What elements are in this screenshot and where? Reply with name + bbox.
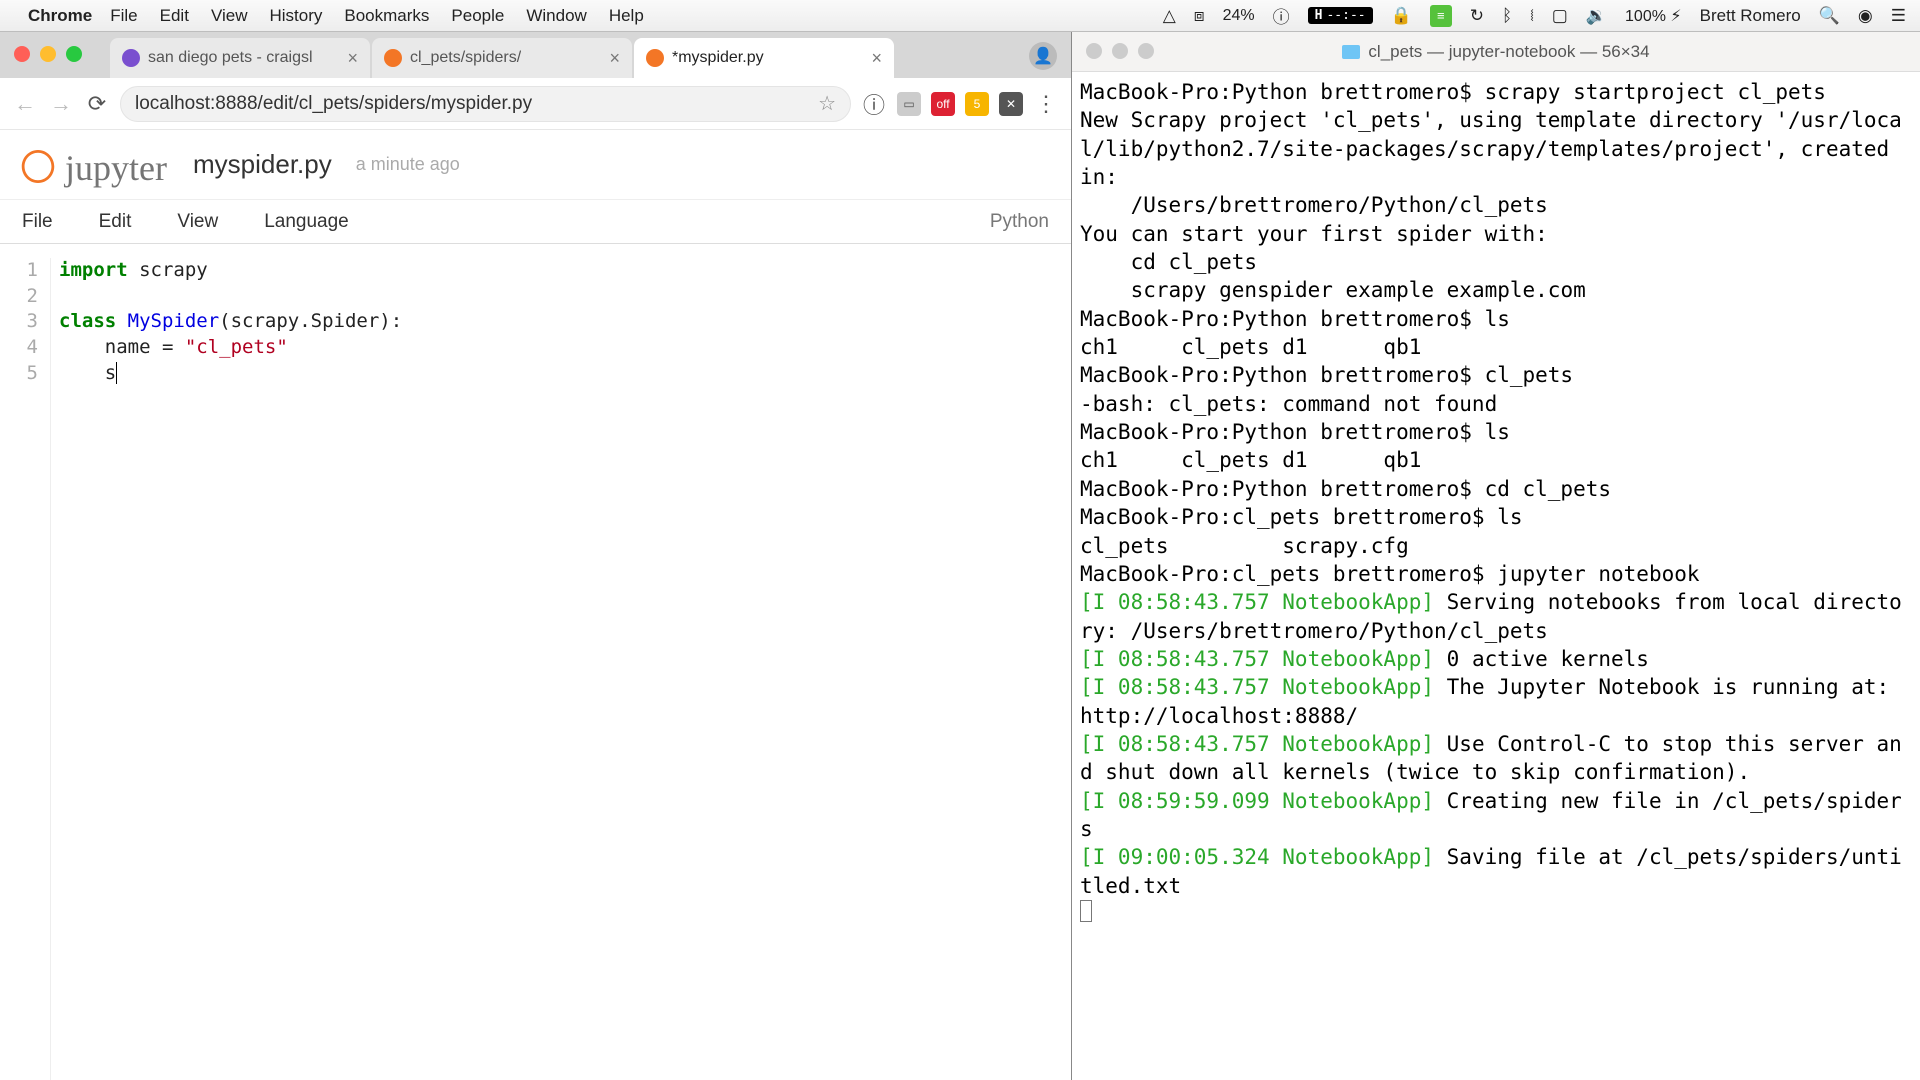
zoom-percent: 24% — [1223, 7, 1255, 25]
chrome-profile-icon[interactable]: 👤 — [1029, 42, 1057, 70]
bluetooth-icon[interactable]: ᛒ — [1502, 6, 1512, 26]
dropbox-icon[interactable]: ⧈ — [1194, 6, 1205, 26]
bookmark-star-icon[interactable]: ☆ — [818, 91, 836, 116]
extension-area: ⓘ ▭ off 5 ✕ ⋮ — [861, 91, 1059, 117]
tab-title: *myspider.py — [672, 49, 764, 67]
kernel-language: Python — [990, 211, 1049, 233]
chrome-toolbar: ← → ⟳ localhost:8888/edit/cl_pets/spider… — [0, 78, 1071, 130]
extension-icon-2[interactable]: 5 — [965, 92, 989, 116]
chrome-window: san diego pets - craigsl×cl_pets/spiders… — [0, 32, 1072, 1080]
browser-tab-1[interactable]: cl_pets/spiders/ × — [372, 38, 632, 78]
minimize-window-button[interactable] — [40, 46, 56, 62]
jup-menu-language[interactable]: Language — [264, 211, 349, 233]
browser-tab-2[interactable]: *myspider.py × — [634, 38, 894, 78]
user-name[interactable]: Brett Romero — [1700, 6, 1801, 26]
accessibility-icon[interactable]: ⓘ — [1273, 3, 1290, 28]
tab-title: san diego pets - craigsl — [148, 49, 313, 67]
close-window-button[interactable] — [14, 46, 30, 62]
terminal-title-text: cl_pets — jupyter-notebook — 56×34 — [1368, 42, 1649, 62]
tab-title: cl_pets/spiders/ — [410, 49, 521, 67]
code-editor[interactable]: 1 2 3 4 5 import scrapy class MySpider(s… — [0, 244, 1071, 1080]
jupyter-header: 〇 jupyter myspider.py a minute ago — [0, 130, 1071, 200]
tab-close-icon[interactable]: × — [609, 48, 620, 69]
chrome-menu-icon[interactable]: ⋮ — [1033, 91, 1059, 117]
terminal-titlebar[interactable]: cl_pets — jupyter-notebook — 56×34 — [1072, 32, 1920, 72]
chrome-tabstrip: san diego pets - craigsl×cl_pets/spiders… — [0, 32, 1071, 78]
forward-button[interactable]: → — [48, 91, 74, 117]
jupyter-logo[interactable]: 〇 jupyter — [20, 139, 167, 191]
extension-icon-1[interactable]: ▭ — [897, 92, 921, 116]
terminal-cursor — [1080, 900, 1092, 922]
siri-icon[interactable]: ◉ — [1858, 6, 1873, 26]
menu-window[interactable]: Window — [526, 6, 586, 26]
jup-menu-file[interactable]: File — [22, 211, 53, 233]
battery-text: 100% ⚡︎ — [1625, 6, 1682, 26]
volume-icon[interactable]: 🔉 — [1586, 6, 1607, 26]
code-content[interactable]: import scrapy class MySpider(scrapy.Spid… — [50, 258, 1071, 1080]
maximize-window-button[interactable] — [66, 46, 82, 62]
menu-bookmarks[interactable]: Bookmarks — [344, 6, 429, 26]
tab-favicon — [122, 49, 140, 67]
lock-icon[interactable]: 🔒 — [1391, 6, 1412, 26]
gdrive-icon[interactable]: △ — [1163, 6, 1176, 26]
folder-icon — [1342, 45, 1360, 59]
macos-menubar: Chrome File Edit View History Bookmarks … — [0, 0, 1920, 32]
menu-help[interactable]: Help — [609, 6, 644, 26]
extension-close-icon[interactable]: ✕ — [999, 92, 1023, 116]
terminal-maximize-button[interactable] — [1138, 43, 1154, 59]
tab-close-icon[interactable]: × — [347, 48, 358, 69]
menu-view[interactable]: View — [211, 6, 248, 26]
reload-button[interactable]: ⟳ — [84, 91, 110, 117]
jup-menu-view[interactable]: View — [177, 211, 218, 233]
terminal-window: cl_pets — jupyter-notebook — 56×34 MacBo… — [1072, 32, 1920, 1080]
wifi-icon[interactable]: ⧙ — [1530, 6, 1534, 26]
window-controls — [14, 46, 82, 62]
jup-menu-edit[interactable]: Edit — [99, 211, 132, 233]
hours-tracker-icon[interactable]: H--:-- — [1308, 7, 1373, 24]
tab-close-icon[interactable]: × — [871, 48, 882, 69]
last-saved-text: a minute ago — [356, 154, 460, 175]
browser-tab-0[interactable]: san diego pets - craigsl × — [110, 38, 370, 78]
menubar-right: △ ⧈ 24% ⓘ H--:-- 🔒 ≡ ↻ ᛒ ⧙ ▢ 🔉 100% ⚡︎ B… — [1163, 3, 1906, 28]
menu-people[interactable]: People — [451, 6, 504, 26]
terminal-minimize-button[interactable] — [1112, 43, 1128, 59]
url-text: localhost:8888/edit/cl_pets/spiders/mysp… — [135, 93, 532, 115]
back-button[interactable]: ← — [12, 91, 38, 117]
adblock-off-icon[interactable]: off — [931, 92, 955, 116]
timemachine-icon[interactable]: ↻ — [1470, 6, 1484, 26]
text-cursor — [116, 362, 117, 384]
line-gutter: 1 2 3 4 5 — [0, 258, 50, 1080]
notification-center-icon[interactable]: ☰ — [1891, 6, 1906, 26]
terminal-window-controls — [1086, 43, 1154, 59]
address-bar[interactable]: localhost:8888/edit/cl_pets/spiders/mysp… — [120, 86, 851, 122]
tab-favicon — [384, 49, 402, 67]
airplay-icon[interactable]: ▢ — [1552, 6, 1568, 26]
site-info-icon[interactable]: ⓘ — [861, 91, 887, 117]
menu-history[interactable]: History — [269, 6, 322, 26]
menu-edit[interactable]: Edit — [160, 6, 189, 26]
spotlight-icon[interactable]: 🔍 — [1819, 6, 1840, 26]
active-app-name[interactable]: Chrome — [28, 6, 92, 26]
tab-favicon — [646, 49, 664, 67]
terminal-body[interactable]: MacBook-Pro:Python brettromero$ scrapy s… — [1072, 72, 1920, 1080]
menu-file[interactable]: File — [110, 6, 137, 26]
notebook-filename[interactable]: myspider.py — [193, 149, 332, 180]
green-status-icon[interactable]: ≡ — [1430, 5, 1452, 27]
terminal-close-button[interactable] — [1086, 43, 1102, 59]
jupyter-menu: File Edit View Language Python — [0, 200, 1071, 244]
